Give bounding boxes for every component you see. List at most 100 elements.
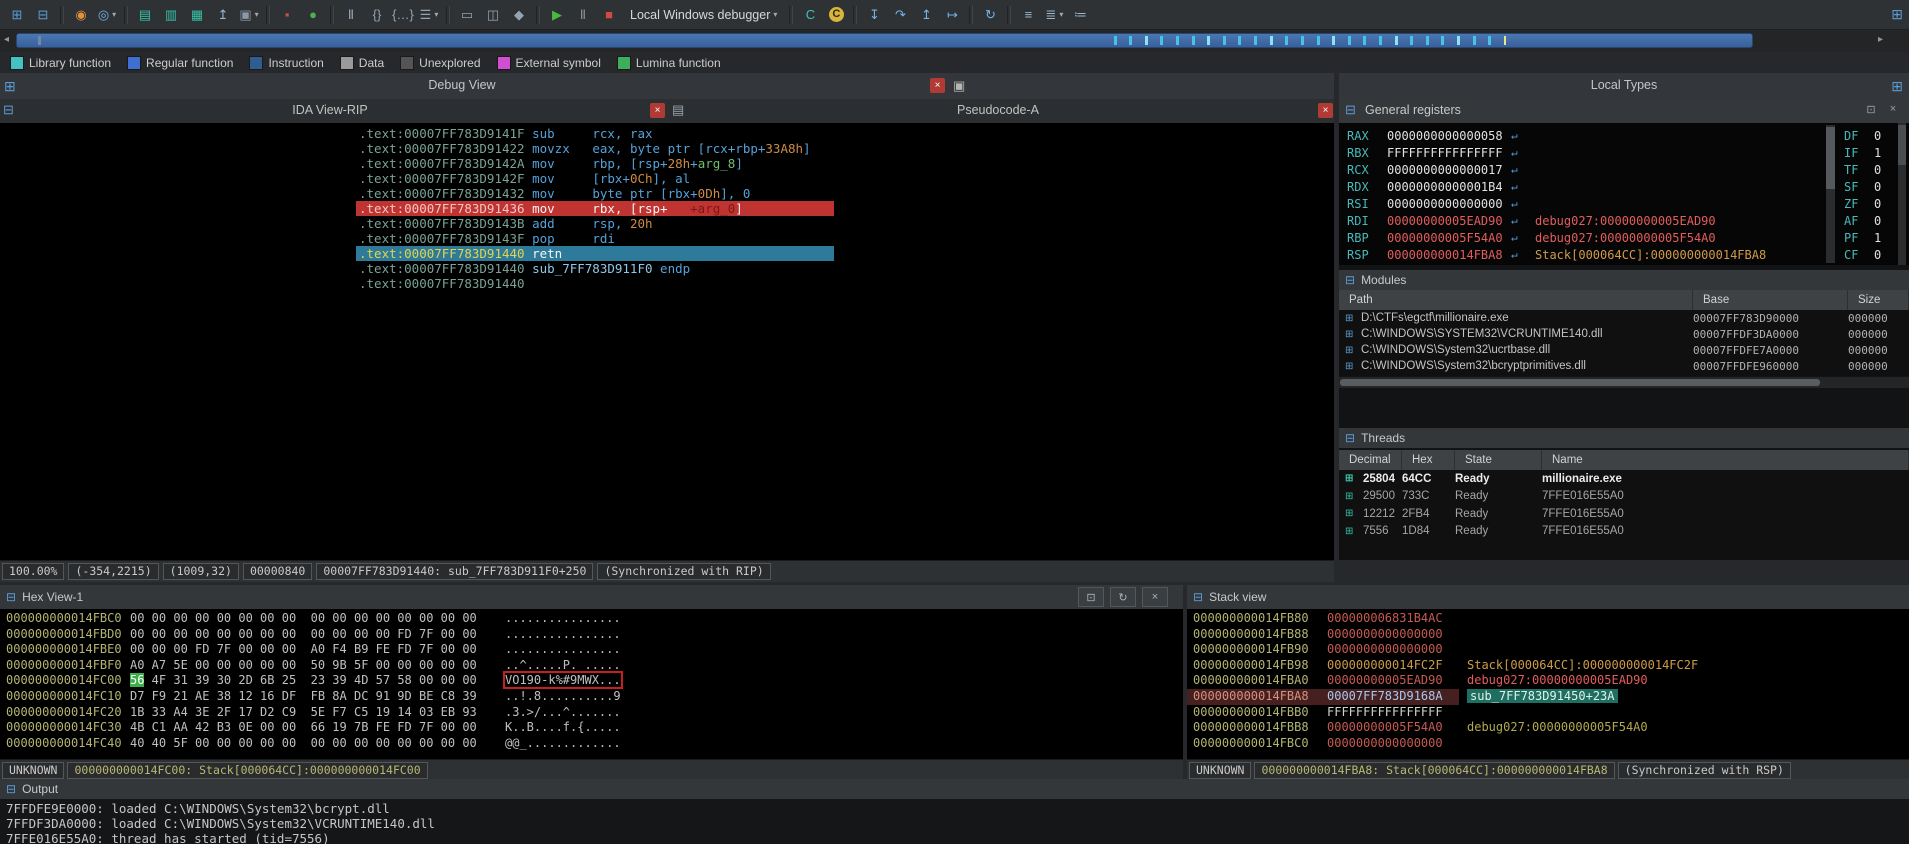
- refresh-memory-icon[interactable]: ↻: [978, 4, 1002, 26]
- threads-column-header[interactable]: State: [1455, 450, 1542, 470]
- stack-row[interactable]: 000000000014FB80000000006831B4AC: [1187, 611, 1909, 627]
- register-row[interactable]: RSI0000000000000000↵: [1339, 197, 1909, 214]
- stack-row[interactable]: 000000000014FBA000000000005EAD90debug027…: [1187, 673, 1909, 689]
- run-until-return-icon[interactable]: ↥: [914, 4, 938, 26]
- nav-position-tick[interactable]: [1207, 36, 1210, 45]
- desktop-select-icon[interactable]: ▣▾: [237, 4, 261, 26]
- views-icon[interactable]: ⊟: [3, 102, 14, 118]
- nav-position-tick[interactable]: [1223, 36, 1226, 45]
- stack-row[interactable]: 000000000014FBC00000000000000000: [1187, 736, 1909, 752]
- modules-column-header[interactable]: Base: [1693, 290, 1848, 310]
- close-ida-view-icon[interactable]: ×: [650, 103, 665, 118]
- follow-value-icon[interactable]: ↵: [1511, 163, 1518, 176]
- stack-row[interactable]: 000000000014FB900000000000000000: [1187, 642, 1909, 658]
- nav-position-tick[interactable]: [1395, 36, 1398, 45]
- imports-icon[interactable]: ▤: [133, 4, 157, 26]
- structures-icon[interactable]: ▦: [185, 4, 209, 26]
- nav-position-tick[interactable]: [1285, 36, 1288, 45]
- nav-position-tick[interactable]: [1176, 36, 1179, 45]
- disassembly-line[interactable]: .text:00007FF783D91440 retn: [356, 246, 834, 261]
- stack-row[interactable]: 000000000014FBA800007FF783D9168Asub_7FF7…: [1187, 689, 1909, 705]
- registers-scrollbar-thumb[interactable]: [1826, 127, 1835, 189]
- stack-refresh-icon[interactable]: ↻: [1110, 587, 1136, 607]
- stack-row[interactable]: 000000000014FBB800000000005F54A0debug027…: [1187, 720, 1909, 736]
- threads-column-header[interactable]: Name: [1542, 450, 1909, 470]
- hex-row[interactable]: 000000000014FC0056 4F 31 39 30 2D 6B 25 …: [0, 673, 1183, 689]
- thread-row[interactable]: ⊞75561D84Ready7FFE016E55A0: [1339, 523, 1909, 541]
- nav-position-tick[interactable]: [1363, 36, 1366, 45]
- flags-scrollbar[interactable]: [1898, 123, 1906, 265]
- debugger-selector[interactable]: Local Windows debugger▾: [624, 6, 783, 24]
- follow-value-icon[interactable]: ↵: [1511, 129, 1518, 142]
- tab-ida-view-rip[interactable]: IDA View-RIP: [230, 103, 430, 117]
- follow-value-icon[interactable]: ↵: [1511, 248, 1518, 261]
- modules-hscrollbar[interactable]: [1339, 377, 1909, 388]
- thread-row[interactable]: ⊞2580464CCReadymillionaire.exe: [1339, 470, 1909, 488]
- screenshot-icon[interactable]: ▣: [953, 78, 965, 94]
- hex-row[interactable]: 000000000014FC201B 33 A4 3E 2F 17 D2 C9 …: [0, 705, 1183, 721]
- tab-local-types[interactable]: Local Types: [1339, 78, 1909, 92]
- thread-row[interactable]: ⊞122122FB4Ready7FFE016E55A0: [1339, 505, 1909, 523]
- nav-position-tick[interactable]: [1332, 36, 1335, 45]
- nav-position-tick[interactable]: [1426, 36, 1429, 45]
- stack-row[interactable]: 000000000014FB880000000000000000: [1187, 627, 1909, 643]
- hex-row[interactable]: 000000000014FBD000 00 00 00 00 00 00 00 …: [0, 627, 1183, 643]
- watches-icon[interactable]: ≣▾: [1042, 4, 1066, 26]
- threads-column-header[interactable]: Hex: [1402, 450, 1455, 470]
- register-row[interactable]: RBP00000000005F54A0↵debug027:00000000005…: [1339, 231, 1909, 248]
- nav-position-tick[interactable]: [1504, 36, 1506, 45]
- navigation-band[interactable]: [16, 33, 1753, 48]
- toolbar-right-window-icon[interactable]: ⊞: [1891, 6, 1903, 23]
- step-over-icon[interactable]: ↷: [888, 4, 912, 26]
- hex-row[interactable]: 000000000014FBE000 00 00 FD 7F 00 00 00 …: [0, 642, 1183, 658]
- modules-table[interactable]: ⊞D:\CTFs\egctf\millionaire.exe00007FF783…: [1339, 310, 1909, 376]
- thread-row[interactable]: ⊞29500733CReady7FFE016E55A0: [1339, 488, 1909, 506]
- record-trace-icon[interactable]: ▪: [275, 4, 299, 26]
- register-row[interactable]: RCX0000000000000017↵: [1339, 163, 1909, 180]
- follow-value-icon[interactable]: ↵: [1511, 231, 1518, 244]
- nav-position-tick[interactable]: [1254, 36, 1257, 45]
- split-view-icon[interactable]: ◫: [481, 4, 505, 26]
- register-row[interactable]: RSP000000000014FBA8↵Stack[000064CC]:0000…: [1339, 248, 1909, 265]
- nav-position-tick[interactable]: [1270, 36, 1273, 45]
- step-into-icon[interactable]: ↧: [862, 4, 886, 26]
- module-row[interactable]: ⊞C:\WINDOWS\System32\bcryptprimitives.dl…: [1339, 358, 1909, 374]
- desktop-layout-icon[interactable]: ⊞: [5, 4, 29, 26]
- follow-value-icon[interactable]: ↵: [1511, 180, 1518, 193]
- flags-scrollbar-thumb[interactable]: [1898, 125, 1906, 165]
- disassembly-line[interactable]: .text:00007FF783D9142F mov [rbx+0Ch], al: [356, 171, 834, 186]
- register-row[interactable]: RAX0000000000000058↵: [1339, 129, 1909, 146]
- c-decompile-icon[interactable]: C: [824, 4, 848, 26]
- disassembly-line[interactable]: .text:00007FF783D9143B add rsp, 20h: [356, 216, 834, 231]
- close-debug-view-icon[interactable]: ×: [930, 78, 945, 93]
- disassembly-line[interactable]: .text:00007FF783D91436 mov rbx, [rsp+28h…: [356, 201, 834, 216]
- modules-table-header[interactable]: PathBaseSize: [1339, 290, 1909, 310]
- breakpoint-group-icon[interactable]: ◉: [69, 4, 93, 26]
- trace-pause-icon[interactable]: Ⅱ: [339, 4, 363, 26]
- modules-column-header[interactable]: Path: [1339, 290, 1693, 310]
- nav-position-tick[interactable]: [1348, 36, 1351, 45]
- window-frame-icon[interactable]: ▭: [455, 4, 479, 26]
- segments-list-icon[interactable]: ≔: [1068, 4, 1092, 26]
- pause-process-icon[interactable]: Ⅱ: [571, 4, 595, 26]
- threads-column-header[interactable]: Decimal: [1339, 450, 1402, 470]
- hex-row[interactable]: 000000000014FC304B C1 AA 42 B3 0E 00 00 …: [0, 720, 1183, 736]
- disassembly-line[interactable]: .text:00007FF783D9143F pop rdi: [356, 231, 834, 246]
- nav-position-tick[interactable]: [1238, 36, 1241, 45]
- output-log[interactable]: 7FFDFE9E0000: loaded C:\WINDOWS\System32…: [0, 799, 1909, 844]
- registers-close-icon[interactable]: ×: [1885, 103, 1901, 115]
- stop-process-icon[interactable]: ■: [597, 4, 621, 26]
- hex-view-panel[interactable]: ⊟ Hex View-1 000000000014FBC000 00 00 00…: [0, 585, 1183, 779]
- register-row[interactable]: RBXFFFFFFFFFFFFFFFF↵: [1339, 146, 1909, 163]
- search-memory-icon[interactable]: ◎▾: [95, 4, 119, 26]
- hex-row[interactable]: 000000000014FBC000 00 00 00 00 00 00 00 …: [0, 611, 1183, 627]
- register-row[interactable]: RDX00000000000001B4↵: [1339, 180, 1909, 197]
- module-row[interactable]: ⊞C:\WINDOWS\SYSTEM32\VCRUNTIME140.dll000…: [1339, 326, 1909, 342]
- disassembly-view[interactable]: .text:00007FF783D9141F sub rcx, rax.text…: [0, 123, 1334, 560]
- nav-position-tick[interactable]: [1441, 36, 1444, 45]
- stack-list[interactable]: 000000000014FB80000000006831B4AC00000000…: [1187, 611, 1909, 751]
- tab-pseudocode-a[interactable]: Pseudocode-A: [898, 103, 1098, 117]
- stack-dock-icon[interactable]: ⊡: [1078, 587, 1104, 607]
- nav-scroll-right-icon[interactable]: ▸: [1878, 34, 1883, 45]
- nav-position-tick[interactable]: [1145, 36, 1148, 45]
